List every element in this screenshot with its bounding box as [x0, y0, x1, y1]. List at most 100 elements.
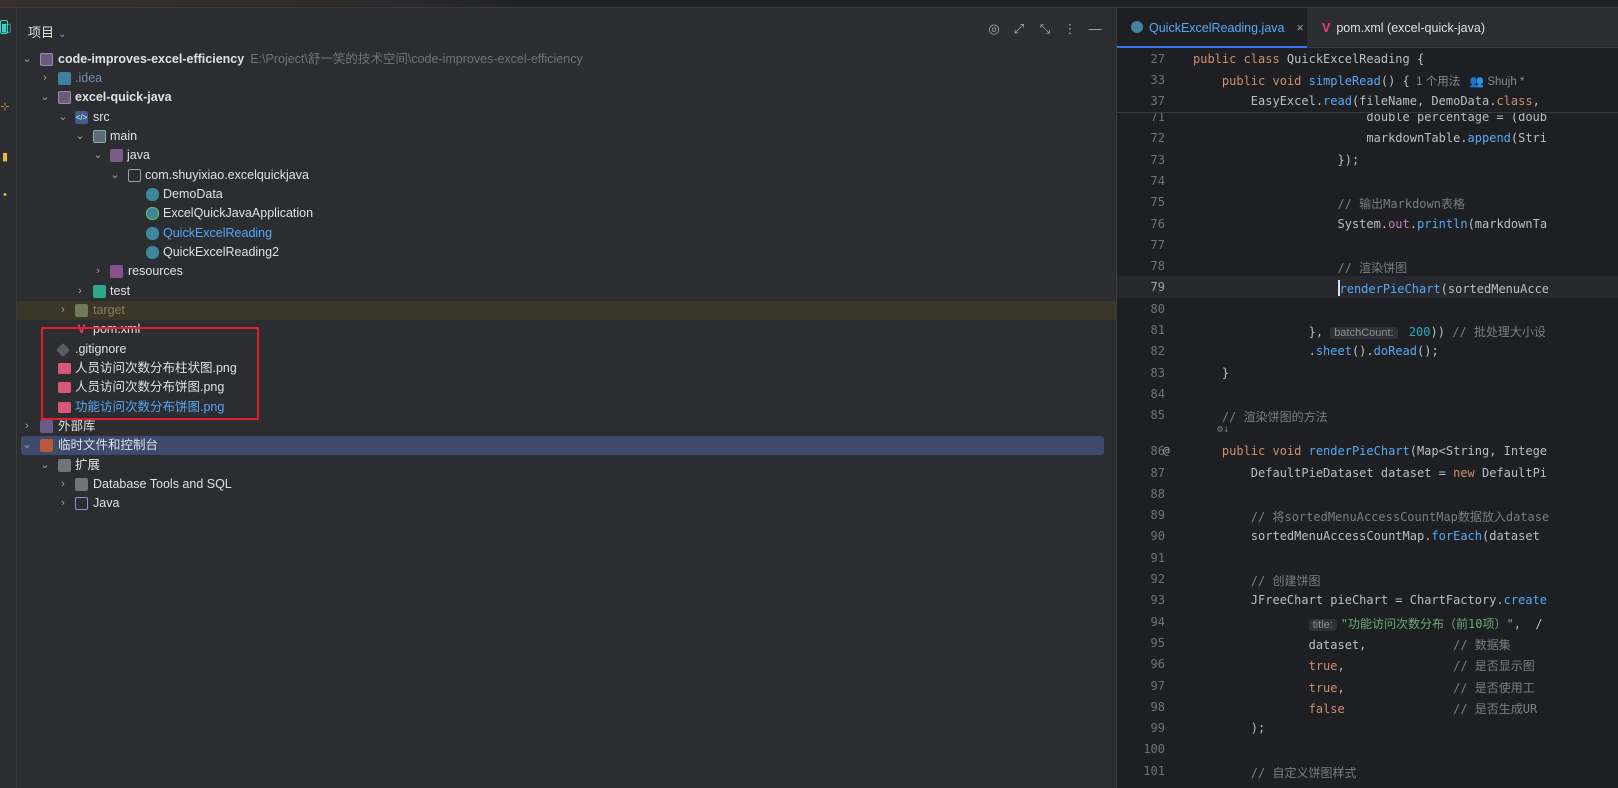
tree-item-root[interactable]: ⌄ code-improves-excel-efficiency E:\Proje…	[17, 50, 1116, 69]
tree-item-package[interactable]: ⌄ com.shuyixiao.excelquickjava	[17, 166, 1116, 185]
code-line[interactable]: public void simpleRead() { 1 个用法 👥 Shujh…	[1193, 73, 1525, 89]
close-icon[interactable]: ×	[1297, 21, 1304, 35]
code-line[interactable]: );	[1193, 721, 1265, 735]
code-line[interactable]: // 输出Markdown表格	[1193, 195, 1464, 212]
chevron-right-icon[interactable]: ›	[39, 69, 51, 88]
code-token: dataset,	[1193, 637, 1454, 652]
code-line[interactable]: .sheet().doRead();	[1193, 344, 1439, 358]
minimize-icon[interactable]: —	[1086, 20, 1104, 38]
tab-quickexcelreading[interactable]: QuickExcelReading.java ×	[1117, 8, 1307, 48]
target-icon[interactable]: ◎	[985, 20, 1003, 38]
bookmarks-icon[interactable]: •	[0, 188, 10, 202]
tree-item-target[interactable]: › target	[17, 301, 1116, 320]
more-icon[interactable]: ⋮	[1061, 20, 1079, 38]
code-line[interactable]: title: "功能访问次数分布（前10项）", /	[1193, 615, 1543, 632]
code-token: ().	[1351, 344, 1374, 359]
collapse-icon[interactable]: ⤡	[1036, 20, 1054, 38]
tree-item-resources[interactable]: › resources	[17, 262, 1116, 281]
project-icon[interactable]: ◧	[0, 20, 11, 34]
tree-item-label: java	[127, 148, 150, 162]
chevron-down-icon[interactable]: ⌄	[109, 166, 121, 185]
code-line[interactable]: System.out.println(markdownTa	[1193, 217, 1547, 231]
code-token: true	[1193, 659, 1338, 674]
tab-label: QuickExcelReading.java	[1149, 21, 1285, 35]
code-line[interactable]: });	[1193, 153, 1359, 167]
code-line[interactable]: renderPieChart(sortedMenuAcce	[1193, 280, 1549, 297]
code-line[interactable]: JFreeChart pieChart = ChartFactory.creat…	[1193, 593, 1547, 607]
chevron-right-icon[interactable]: ›	[92, 262, 104, 281]
code-line[interactable]: dataset, // 数据集	[1193, 636, 1511, 653]
code-line[interactable]: // 创建饼图	[1193, 572, 1321, 589]
parameter-hint: title:	[1308, 618, 1337, 631]
line-number: 82	[1150, 344, 1165, 359]
chevron-down-icon[interactable]: ⌄	[21, 50, 33, 69]
chevron-down-icon[interactable]: ⌄	[39, 88, 51, 107]
code-editor[interactable]: 71 double percentage = (doub 72 markdownT…	[1117, 49, 1618, 788]
code-token: 200	[1401, 325, 1431, 339]
usages-inlay[interactable]: 1 个用法 👥 Shujh *	[1410, 76, 1524, 88]
tree-item-application[interactable]: ExcelQuickJavaApplication	[17, 204, 1116, 223]
author-inlay[interactable]: ⚙↓	[1193, 424, 1229, 435]
chevron-down-icon[interactable]: ⌄	[21, 436, 33, 455]
tree-item-database-tools[interactable]: › Database Tools and SQL	[17, 475, 1116, 494]
tree-item-demodata[interactable]: DemoData	[17, 185, 1116, 204]
code-line[interactable]: true, // 是否显示图	[1193, 657, 1535, 674]
tree-item-label: target	[93, 303, 125, 317]
maven-icon: V	[1322, 21, 1331, 35]
line-number: 79	[1150, 280, 1165, 295]
code-line[interactable]: }, batchCount: 200)) // 批处理大小设	[1193, 323, 1546, 340]
code-token: // 创建饼图	[1193, 574, 1321, 588]
chevron-right-icon[interactable]: ›	[74, 282, 86, 301]
code-line[interactable]: false // 是否生成UR	[1193, 700, 1538, 717]
tree-item-label: code-improves-excel-efficiency	[58, 52, 245, 66]
tree-item-java[interactable]: ⌄ java	[17, 146, 1116, 165]
chevron-down-icon[interactable]: ⌄	[74, 127, 86, 146]
tree-item-path: E:\Project\舒一笑的技术空间\code-improves-excel-…	[250, 52, 583, 66]
chevron-right-icon[interactable]: ›	[57, 475, 69, 494]
tree-item-src[interactable]: ⌄ </> src	[17, 108, 1116, 127]
override-gutter-icon[interactable]: @	[1163, 444, 1170, 457]
tree-item-scratches[interactable]: ⌄ 临时文件和控制台	[21, 436, 1104, 455]
structure-icon[interactable]: ▮	[0, 150, 10, 164]
code-token: ,	[1337, 659, 1454, 674]
code-token: (fileName, DemoData.	[1351, 94, 1497, 108]
commit-icon[interactable]: ⊹	[0, 100, 10, 114]
code-line[interactable]: // 渲染饼图	[1193, 259, 1407, 276]
code-line[interactable]: markdownTable.append(Stri	[1193, 131, 1547, 145]
tree-item-label: QuickExcelReading2	[163, 245, 280, 259]
chevron-down-icon[interactable]: ⌄	[92, 146, 104, 165]
code-line[interactable]: EasyExcel.read(fileName, DemoData.class,	[1193, 94, 1547, 108]
code-line[interactable]: }	[1193, 366, 1229, 380]
tree-item-module[interactable]: ⌄ excel-quick-java	[17, 88, 1116, 107]
code-line[interactable]: DefaultPieDataset dataset = new DefaultP…	[1193, 466, 1547, 480]
code-token: DefaultPi	[1482, 465, 1548, 480]
expand-icon[interactable]: ⤢	[1010, 20, 1028, 38]
code-line[interactable]: sortedMenuAccessCountMap.forEach(dataset	[1193, 529, 1540, 543]
chevron-right-icon[interactable]: ›	[21, 417, 33, 436]
tree-item-idea[interactable]: › .idea	[17, 69, 1116, 88]
tree-item-test[interactable]: › test	[17, 282, 1116, 301]
chevron-right-icon[interactable]: ›	[57, 494, 69, 513]
line-number: 100	[1143, 742, 1165, 757]
tree-item-extensions[interactable]: ⌄ 扩展	[17, 456, 1116, 475]
code-token: , /	[1513, 616, 1543, 631]
project-view-selector[interactable]: 项目 ⌄	[28, 22, 66, 41]
code-line[interactable]: public void renderPieChart(Map<String, I…	[1193, 444, 1547, 458]
tree-item-quickexcelreading2[interactable]: QuickExcelReading2	[17, 243, 1116, 262]
chevron-down-icon[interactable]: ⌄	[57, 108, 69, 127]
tree-item-quickexcelreading[interactable]: QuickExcelReading	[17, 224, 1116, 243]
line-number: 80	[1150, 301, 1165, 316]
code-line[interactable]: // 自定义饼图样式	[1193, 764, 1357, 781]
code-line[interactable]: public class QuickExcelReading {	[1193, 52, 1424, 66]
chevron-down-icon[interactable]: ⌄	[39, 456, 51, 475]
tab-pom[interactable]: Vpom.xml (excel-quick-java)	[1322, 8, 1522, 48]
code-token: (dataset	[1482, 529, 1540, 544]
tree-item-java-ext[interactable]: › Java	[17, 494, 1116, 513]
code-line[interactable]: // 将sortedMenuAccessCountMap数据放入datase	[1193, 508, 1549, 525]
code-token: append	[1467, 131, 1511, 146]
code-line[interactable]: true, // 是否使用工	[1193, 679, 1535, 696]
code-line[interactable]: // 渲染饼图的方法	[1193, 408, 1328, 425]
tree-item-main[interactable]: ⌄ main	[17, 127, 1116, 146]
chevron-right-icon[interactable]: ›	[57, 301, 69, 320]
